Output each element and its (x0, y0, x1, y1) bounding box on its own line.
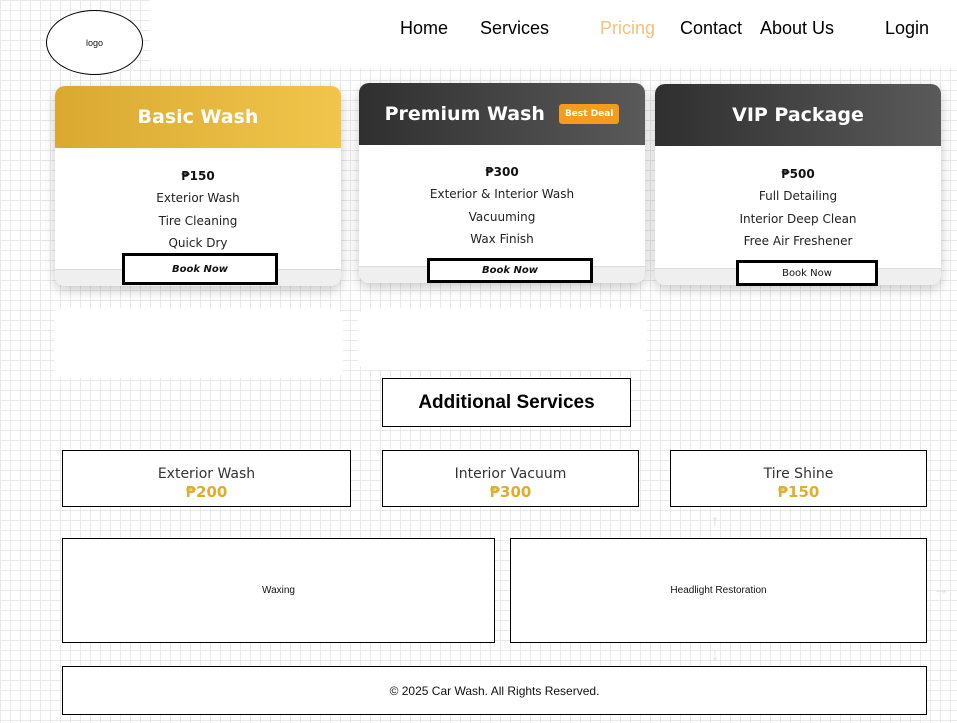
nav-contact[interactable]: Contact (680, 18, 742, 39)
login-link[interactable]: Login (885, 18, 929, 39)
card-feature: Full Detailing (758, 189, 838, 203)
footer-copyright: © 2025 Car Wash. All Rights Reserved. (389, 683, 600, 698)
arrow-down-icon: ↓ (711, 647, 719, 664)
additional-services-title: Additional Services (382, 378, 631, 427)
service-price: ₱300 (489, 483, 532, 501)
nav-about-us[interactable]: About Us (760, 18, 834, 39)
card-title: Premium Wash (384, 103, 545, 125)
book-now-button[interactable]: Book Now (427, 258, 593, 283)
card-feature: Wax Finish (470, 232, 534, 246)
empty-card-placeholder (54, 308, 343, 378)
footer: © 2025 Car Wash. All Rights Reserved. (62, 666, 927, 715)
service-name: Exterior Wash (157, 466, 256, 482)
pricing-card-vip: VIP Package ₱500 Full Detailing Interior… (655, 84, 941, 285)
card-price: ₱300 (485, 165, 519, 179)
card-price: ₱150 (181, 169, 215, 183)
header-bar (150, 0, 957, 68)
card-feature: Interior Deep Clean (739, 211, 857, 226)
card-title: VIP Package (732, 104, 864, 126)
card-header: Premium Wash Best Deal (359, 83, 645, 145)
empty-card-placeholder (358, 308, 647, 370)
card-feature: Tire Cleaning (158, 213, 238, 228)
card-header: VIP Package (655, 84, 941, 146)
card-title: Basic Wash (137, 106, 259, 128)
logo-text: logo (85, 37, 103, 48)
card-feature: Quick Dry (168, 236, 228, 250)
service-headlight-restoration[interactable]: Headlight Restoration (510, 538, 927, 643)
service-tire-shine[interactable]: Tire Shine ₱150 (670, 450, 927, 507)
best-deal-badge: Best Deal (558, 104, 620, 124)
card-price: ₱500 (781, 167, 815, 181)
arrow-right-icon: → (933, 581, 949, 598)
card-body: ₱500 Full Detailing Interior Deep Clean … (655, 163, 941, 253)
book-now-button[interactable]: Book Now (736, 260, 878, 286)
card-feature: Exterior & Interior Wash (429, 187, 575, 201)
card-feature: Free Air Freshener (743, 234, 853, 248)
service-exterior-wash[interactable]: Exterior Wash ₱200 (62, 450, 351, 507)
service-name: Tire Shine (763, 466, 834, 482)
service-name: Interior Vacuum (454, 466, 567, 482)
card-header: Basic Wash (55, 86, 341, 148)
logo[interactable]: logo (46, 10, 143, 75)
card-feature: Exterior Wash (156, 191, 240, 205)
service-waxing[interactable]: Waxing (62, 538, 495, 643)
service-price: ₱150 (777, 483, 820, 501)
service-name: Waxing (262, 585, 295, 596)
nav-services[interactable]: Services (480, 18, 549, 39)
card-body: ₱300 Exterior & Interior Wash Vacuuming … (359, 161, 645, 251)
service-interior-vacuum[interactable]: Interior Vacuum ₱300 (382, 450, 639, 507)
card-feature: Vacuuming (468, 209, 536, 224)
arrow-up-icon: ↑ (711, 513, 719, 530)
nav-home[interactable]: Home (400, 18, 448, 39)
service-name: Headlight Restoration (670, 585, 767, 596)
card-body: ₱150 Exterior Wash Tire Cleaning Quick D… (55, 165, 341, 255)
nav-pricing[interactable]: Pricing (600, 18, 655, 39)
pricing-card-premium: Premium Wash Best Deal ₱300 Exterior & I… (359, 83, 645, 283)
book-now-button[interactable]: Book Now (122, 253, 278, 285)
service-price: ₱200 (185, 483, 228, 501)
